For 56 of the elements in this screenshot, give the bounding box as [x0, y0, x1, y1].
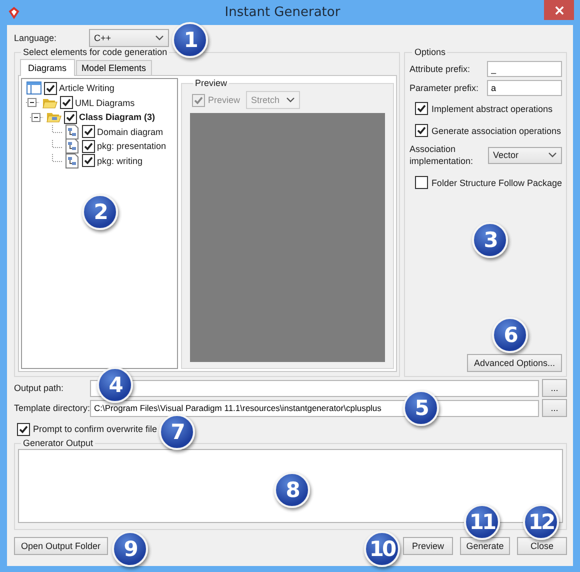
- checkbox[interactable]: [64, 110, 77, 124]
- checkbox-label: Preview: [208, 95, 240, 105]
- checkbox-label: Folder Structure Follow Package: [431, 178, 562, 188]
- document-icon: [64, 152, 80, 169]
- caret-icon: [286, 97, 296, 103]
- checkbox[interactable]: [415, 176, 428, 189]
- close-button[interactable]: [544, 0, 574, 20]
- checkbox[interactable]: [44, 82, 57, 95]
- document-icon: [64, 138, 80, 154]
- advanced-options-button[interactable]: Advanced Options...: [466, 354, 562, 372]
- language-dropdown[interactable]: C++: [89, 29, 169, 47]
- group-title: Options: [413, 47, 446, 57]
- field-label: Output path:: [14, 383, 65, 393]
- input-field[interactable]: a: [487, 80, 562, 96]
- caret-icon: [548, 152, 557, 158]
- tab[interactable]: Diagrams: [20, 59, 75, 76]
- generate-button[interactable]: Generate: [460, 537, 510, 555]
- close-icon: [554, 6, 564, 14]
- tab[interactable]: Model Elements: [76, 60, 152, 75]
- tree-item[interactable]: pkg: presentation: [97, 141, 166, 152]
- app-logo-icon: [7, 6, 21, 20]
- checkbox[interactable]: [60, 96, 73, 110]
- field-label: Parameter prefix:: [409, 82, 478, 92]
- field-label: Template directory:: [14, 403, 87, 413]
- checkbox[interactable]: [82, 125, 95, 138]
- caret-icon: [155, 35, 164, 41]
- group-title: Generator Output: [22, 438, 94, 448]
- tree-item[interactable]: UML Diagrams: [75, 98, 135, 108]
- group-title: Preview: [194, 78, 228, 88]
- checkbox[interactable]: [415, 102, 428, 115]
- close-button[interactable]: Close: [517, 537, 567, 555]
- checkbox-label: Generate association operations: [431, 126, 562, 136]
- tree-item[interactable]: Class Diagram (3): [79, 112, 156, 122]
- tree-item[interactable]: Article Writing: [59, 83, 114, 94]
- tree-item[interactable]: pkg: writing: [97, 156, 143, 166]
- document-icon: [64, 124, 80, 140]
- window-title: Instant Generator: [224, 5, 342, 20]
- checkbox[interactable]: [82, 154, 95, 168]
- browse-button[interactable]: ...: [542, 399, 567, 417]
- checkbox-label: Prompt to confirm overwrite file: [33, 424, 158, 434]
- collapse-icon[interactable]: [26, 96, 40, 110]
- association-dropdown[interactable]: Vector: [488, 146, 562, 164]
- field-label: Association implementation:: [409, 143, 474, 167]
- field-label: Attribute prefix:: [409, 64, 470, 74]
- checkbox[interactable]: [82, 140, 95, 153]
- checkbox[interactable]: [17, 422, 30, 436]
- preview-button[interactable]: Preview: [403, 537, 453, 555]
- collapse-icon[interactable]: [30, 110, 44, 124]
- tree-item[interactable]: Domain diagram: [97, 126, 164, 137]
- input-field[interactable]: _: [487, 60, 562, 76]
- browse-button[interactable]: ...: [542, 379, 567, 397]
- open-folder-button[interactable]: Open Output Folder: [14, 537, 108, 555]
- group-title: Select elements for code generation: [22, 47, 168, 57]
- checkbox[interactable]: [415, 124, 428, 137]
- language-label: Language:: [14, 33, 58, 43]
- checkbox-label: Implement abstract operations: [431, 104, 552, 114]
